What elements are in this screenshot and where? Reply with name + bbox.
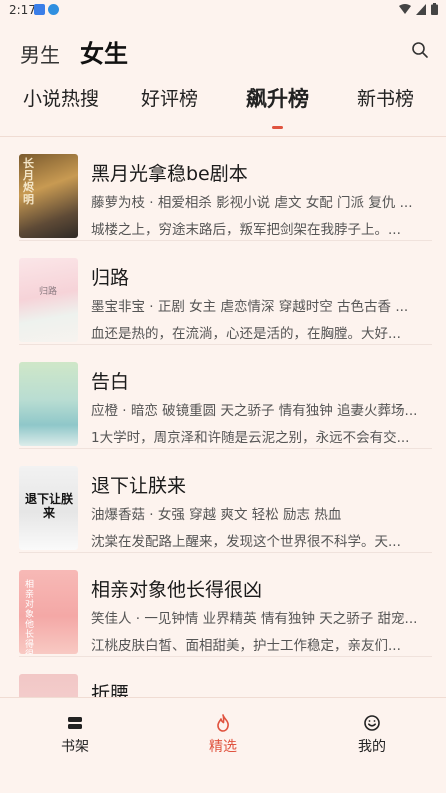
book-description: 江桃皮肤白皙、面相甜美，护士工作稳定，亲友们... — [91, 638, 401, 654]
book-tags: 应橙 · 暗恋 破镜重圆 天之骄子 情有独钟 追妻火葬场... — [91, 403, 418, 419]
nav-featured[interactable]: 精选 — [178, 714, 268, 756]
book-description: 城楼之上，穷途末路后，叛军把剑架在我脖子上。... — [91, 222, 401, 238]
cover-title: 退下让朕来 — [24, 492, 73, 520]
book-description: 沈棠在发配路上醒来，发现这个世界很不科学。天... — [91, 534, 401, 550]
cover-title: 相亲对象他长得很凶 — [25, 580, 35, 654]
tab-hot-search[interactable]: 小说热搜 — [23, 84, 99, 111]
book-title: 退下让朕来 — [91, 475, 187, 497]
status-bar: 2:17 — [0, 0, 446, 20]
book-item[interactable]: 退下让朕来 退下让朕来 油爆香菇 · 女强 穿越 爽文 轻松 励志 热血 沈棠在… — [0, 449, 446, 553]
book-tags: 藤萝为枝 · 相爱相杀 影视小说 虐文 女配 门派 复仇 ... — [91, 195, 413, 211]
book-tags: 油爆香菇 · 女强 穿越 爽文 轻松 励志 热血 — [91, 507, 342, 523]
book-cover: 退下让朕来 — [19, 466, 78, 550]
book-cover: 长月烬明 — [19, 154, 78, 238]
book-item[interactable]: 告白 应橙 · 暗恋 破镜重圆 天之骄子 情有独钟 追妻火葬场... 1大学时，… — [0, 345, 446, 449]
book-cover: 相亲对象他长得很凶 — [19, 570, 78, 654]
book-item[interactable]: 相亲对象他长得很凶 相亲对象他长得很凶 笑佳人 · 一见钟情 业界精英 情有独钟… — [0, 553, 446, 657]
book-cover: 归路 — [19, 258, 78, 342]
active-tab-indicator — [272, 126, 283, 129]
tab-rising[interactable]: 飙升榜 — [246, 83, 309, 113]
ranking-tabs: 小说热搜 好评榜 飙升榜 新书榜 — [0, 84, 446, 124]
book-title: 归路 — [91, 267, 130, 289]
book-cover — [19, 362, 78, 446]
nav-label: 我的 — [358, 739, 386, 755]
nav-label: 精选 — [209, 739, 237, 755]
book-list: 长月烬明 黑月光拿稳be剧本 藤萝为枝 · 相爱相杀 影视小说 虐文 女配 门派… — [0, 137, 446, 698]
app-notification-icon — [34, 4, 45, 15]
flame-icon — [217, 714, 229, 732]
wifi-icon — [399, 3, 411, 14]
tab-new-books[interactable]: 新书榜 — [357, 84, 414, 111]
cover-title: 归路 — [39, 287, 58, 297]
book-tags: 墨宝非宝 · 正剧 女主 虐恋情深 穿越时空 古色古香 ... — [91, 299, 409, 315]
tab-male[interactable]: 男生 — [20, 39, 60, 68]
search-icon[interactable] — [411, 41, 429, 59]
smile-icon — [364, 715, 380, 731]
bottom-nav: 书架 精选 我的 — [0, 698, 446, 793]
nav-bookshelf[interactable]: 书架 — [30, 714, 120, 756]
gender-switch: 男生 女生 — [20, 34, 128, 69]
book-title: 折腰 — [91, 683, 130, 698]
book-tags: 笑佳人 · 一见钟情 业界精英 情有独钟 天之骄子 甜宠... — [91, 611, 418, 627]
nav-mine[interactable]: 我的 — [327, 714, 417, 756]
download-notification-icon — [48, 4, 59, 15]
tab-top-rated[interactable]: 好评榜 — [141, 84, 198, 111]
cover-title: 长月烬明 — [23, 157, 34, 206]
book-item[interactable]: 归路 归路 墨宝非宝 · 正剧 女主 虐恋情深 穿越时空 古色古香 ... 血还… — [0, 241, 446, 345]
battery-icon — [431, 3, 438, 15]
tab-female[interactable]: 女生 — [80, 34, 128, 69]
signal-icon — [416, 3, 426, 15]
book-title: 相亲对象他长得很凶 — [91, 579, 263, 601]
book-description: 1大学时，周京泽和许随是云泥之别，永远不会有交... — [91, 430, 410, 446]
nav-label: 书架 — [61, 739, 89, 755]
status-time: 2:17 — [9, 3, 36, 17]
book-title: 黑月光拿稳be剧本 — [91, 163, 248, 185]
book-description: 血还是热的，在流淌，心还是活的，在胸膛。大好... — [91, 326, 401, 342]
book-cover — [19, 674, 78, 698]
book-item[interactable]: 折腰 — [0, 657, 446, 698]
book-item[interactable]: 长月烬明 黑月光拿稳be剧本 藤萝为枝 · 相爱相杀 影视小说 虐文 女配 门派… — [0, 137, 446, 241]
book-title: 告白 — [91, 371, 130, 393]
bookshelf-icon — [68, 717, 82, 729]
